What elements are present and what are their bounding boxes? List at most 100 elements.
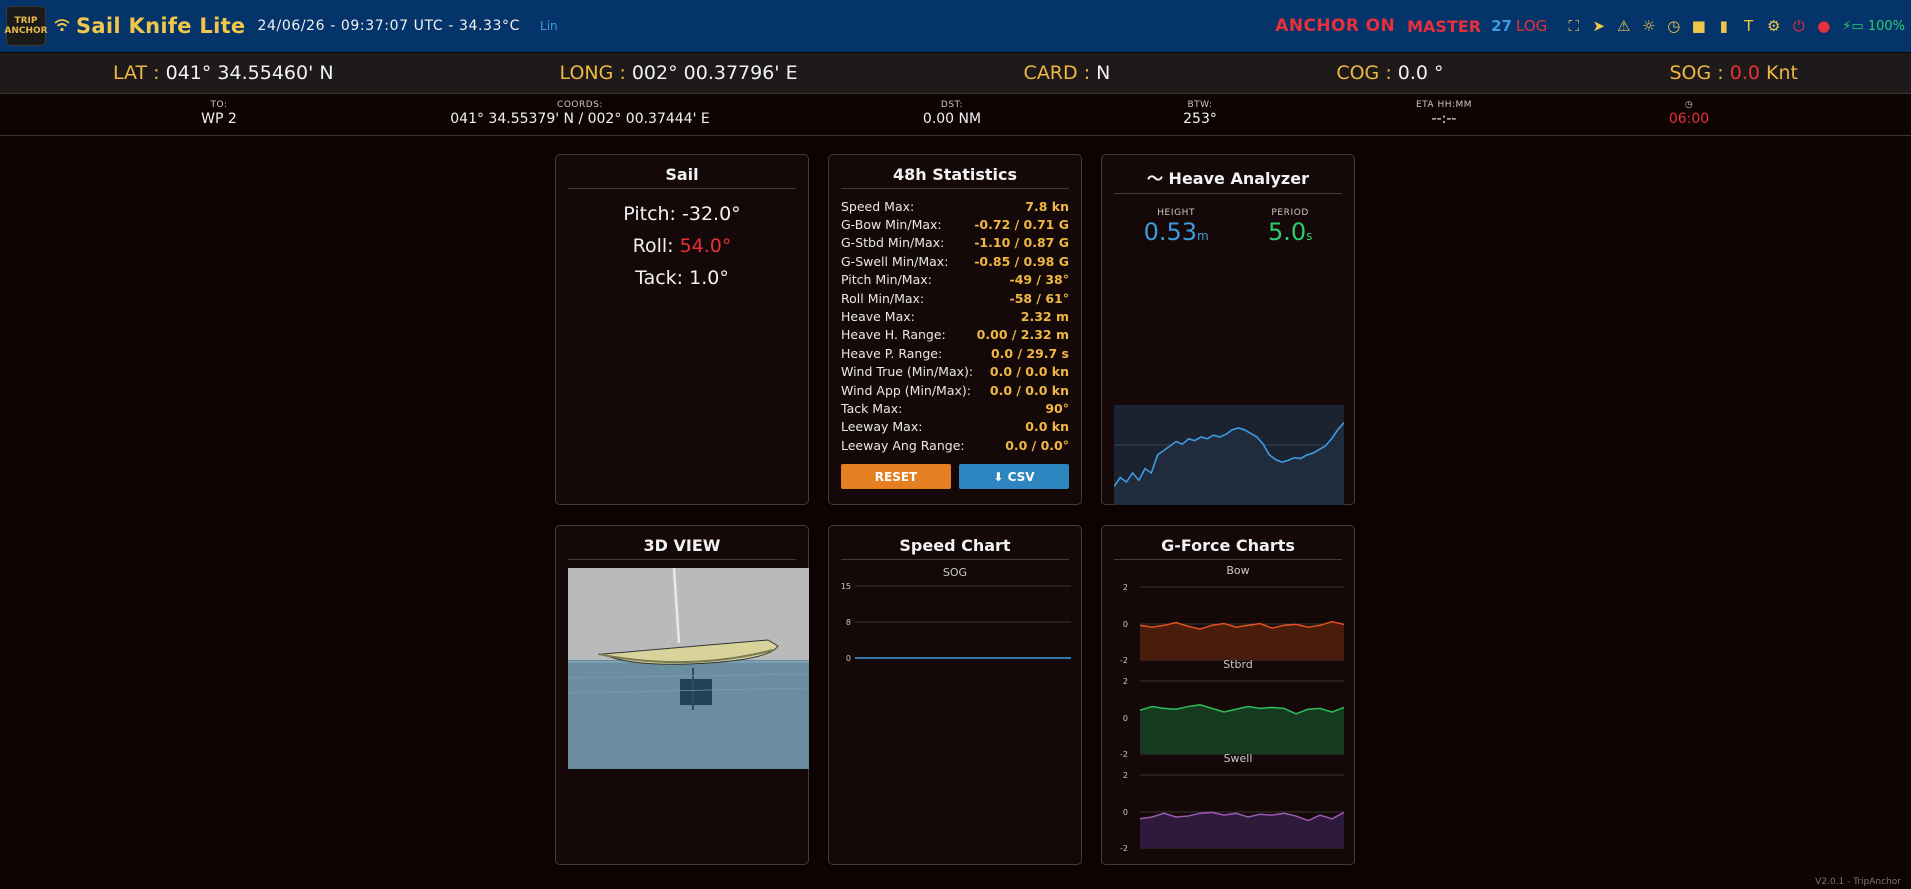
- gforce-area: [1140, 621, 1344, 660]
- waypoint-to-label: TO:: [210, 100, 228, 110]
- statistics-row: G-Bow Min/Max: -0.72 / 0.71 G: [841, 215, 1069, 233]
- timer-icon: ◷: [1684, 100, 1694, 110]
- gforce-tick-label: 0: [1123, 714, 1128, 723]
- sail-card: Sail Pitch: -32.0° Roll: 54.0° Tack: 1.0…: [555, 154, 809, 505]
- sea: [568, 660, 809, 769]
- heave-height-label: HEIGHT: [1157, 208, 1196, 218]
- statistics-key: Wind True (Min/Max):: [841, 364, 974, 380]
- heave-height: HEIGHT 0.53m: [1144, 208, 1209, 246]
- speed-tick-label: 0: [846, 654, 851, 663]
- cog-value: 0.0 °: [1397, 62, 1444, 84]
- statistics-value: 2.32 m: [1020, 309, 1069, 325]
- pitch-value: -32.0°: [682, 203, 741, 225]
- tack-value: 1.0°: [689, 267, 729, 289]
- footer-version: V2.0.1 - TripAnchor: [1815, 877, 1901, 887]
- gforce-chart-name: Bow: [1226, 564, 1249, 577]
- gear-icon[interactable]: ⚙: [1761, 17, 1786, 35]
- statistics-value: 0.0 / 0.0 kn: [989, 382, 1069, 398]
- statistics-row: Leeway Max: 0.0 kn: [841, 418, 1069, 436]
- sog-label: SOG: [1669, 62, 1712, 84]
- heave-period-label: PERIOD: [1271, 208, 1309, 218]
- waypoint-to-value: WP 2: [201, 111, 237, 127]
- gforce-tick-label: -2: [1120, 750, 1128, 759]
- wifi-icon: [54, 17, 70, 36]
- separator: :: [1711, 62, 1730, 84]
- statistics-key: Leeway Ang Range:: [841, 437, 965, 453]
- waypoint-eta-value: --:--: [1431, 111, 1457, 127]
- 3d-view-card: 3D VIEW: [555, 525, 809, 865]
- battery-status: ⚡▭ 100%: [1842, 19, 1905, 34]
- statistics-value: -0.85 / 0.98 G: [974, 253, 1069, 269]
- sog-unit: Knt: [1766, 62, 1798, 84]
- datetime-temperature: 24/06/26 - 09:37:07 UTC - 34.33°C: [257, 18, 521, 34]
- record-dot-icon[interactable]: ●: [1811, 17, 1836, 35]
- statistics-card: 48h Statistics Speed Max: 7.8 kn G-Bow Min…: [828, 154, 1082, 505]
- lin-indicator[interactable]: Lin: [540, 19, 558, 33]
- statistics-row: Tack Max: 90°: [841, 399, 1069, 417]
- folder-icon[interactable]: ■: [1686, 17, 1711, 35]
- latitude-label: LAT: [112, 62, 148, 84]
- tack-readout: Tack: 1.0°: [556, 267, 808, 289]
- pitch-readout: Pitch: -32.0°: [556, 203, 808, 225]
- app-logo[interactable]: TRIP ANCHOR: [4, 6, 48, 46]
- statistics-key: Heave P. Range:: [841, 345, 943, 361]
- longitude-readout: LONG : 002° 00.37796' E: [560, 62, 798, 84]
- heave-period: PERIOD 5.0s: [1268, 208, 1312, 246]
- statistics-row: Heave Max: 2.32 m: [841, 307, 1069, 325]
- gforce-area: [1140, 704, 1344, 754]
- reset-button[interactable]: RESET: [841, 464, 951, 490]
- statistics-key: Speed Max:: [841, 198, 915, 214]
- status-toolbar: ANCHOR ON MASTER 27 LOG ⛶ ➤ ⚠ ☼ ◷ ■ ▮ T …: [1275, 16, 1905, 36]
- statistics-row: Wind App (Min/Max): 0.0 / 0.0 kn: [841, 381, 1069, 399]
- statistics-card-title: 48h Statistics: [841, 165, 1069, 189]
- statistics-value: -1.10 / 0.87 G: [974, 235, 1069, 251]
- gforce-tick-label: 0: [1123, 620, 1128, 629]
- gforce-tick-label: 2: [1123, 583, 1128, 592]
- power-icon[interactable]: ⏻: [1786, 17, 1811, 35]
- speed-chart: 1580: [841, 582, 1071, 663]
- statistics-key: G-Bow Min/Max:: [841, 217, 942, 233]
- waypoint-coords-value: 041° 34.55379' N / 002° 00.37444' E: [450, 111, 710, 127]
- sog-value: 0.0: [1729, 62, 1760, 84]
- heave-readouts: HEIGHT 0.53m PERIOD 5.0s: [1114, 208, 1342, 246]
- navigation-icon[interactable]: ➤: [1586, 17, 1611, 35]
- statistics-value: 0.00 / 2.32 m: [976, 327, 1069, 343]
- clock-icon[interactable]: ◷: [1661, 17, 1686, 35]
- statistics-row: Heave H. Range: 0.00 / 2.32 m: [841, 326, 1069, 344]
- 3d-boat-view[interactable]: [568, 568, 809, 769]
- text-icon[interactable]: T: [1736, 17, 1761, 35]
- statistics-row: Roll Min/Max: -58 / 61°: [841, 289, 1069, 307]
- download-csv-button[interactable]: ⬇ CSV: [959, 464, 1069, 490]
- waypoint-bar: TO: WP 2 COORDS: 041° 34.55379' N / 002°…: [0, 96, 1911, 136]
- statistics-value: 90°: [1045, 400, 1069, 416]
- gforce-tick-label: -2: [1120, 656, 1128, 665]
- statistics-list: Speed Max: 7.8 kn G-Bow Min/Max: -0.72 / 0.…: [841, 197, 1069, 454]
- separator: :: [1077, 62, 1097, 84]
- gforce-title: G-Force Charts: [1114, 536, 1342, 560]
- statistics-value: 7.8 kn: [1025, 198, 1069, 214]
- waypoint-coords: COORDS: 041° 34.55379' N / 002° 00.37444…: [450, 100, 709, 127]
- master-status[interactable]: MASTER: [1407, 17, 1481, 36]
- navigation-bar: LAT : 041° 34.55460' N LONG : 002° 00.37…: [0, 53, 1911, 94]
- log-button[interactable]: LOG: [1516, 17, 1547, 35]
- gforce-tick-label: 2: [1123, 771, 1128, 780]
- heave-period-value: 5.0: [1267, 218, 1307, 246]
- heave-height-value: 0.53: [1143, 218, 1198, 246]
- gforce-card: G-Force Charts Bow 2 0 -2 Stbrd 2 0 -2 Swell 2 0 -2: [1101, 525, 1355, 865]
- sail-card-title: Sail: [568, 165, 796, 189]
- statistics-value: -0.72 / 0.71 G: [974, 217, 1069, 233]
- sd-card-icon[interactable]: ▮: [1711, 17, 1736, 35]
- statistics-value: -49 / 38°: [1009, 272, 1070, 288]
- brightness-icon[interactable]: ☼: [1636, 17, 1661, 35]
- roll-readout: Roll: 54.0°: [556, 235, 808, 257]
- anchor-status[interactable]: ANCHOR ON: [1275, 16, 1395, 36]
- statistics-row: G-Swell Min/Max: -0.85 / 0.98 G: [841, 252, 1069, 270]
- statistics-key: G-Swell Min/Max:: [841, 253, 949, 269]
- heave-analyzer-title: 〜 Heave Analyzer: [1114, 165, 1342, 194]
- warning-icon[interactable]: ⚠: [1611, 17, 1636, 35]
- fullscreen-icon[interactable]: ⛶: [1561, 17, 1586, 35]
- waypoint-eta: ETA HH:MM --:--: [1416, 100, 1472, 127]
- cog-label: COG: [1336, 62, 1380, 84]
- gforce-tick-label: 2: [1123, 677, 1128, 686]
- statistics-key: Leeway Max:: [841, 419, 923, 435]
